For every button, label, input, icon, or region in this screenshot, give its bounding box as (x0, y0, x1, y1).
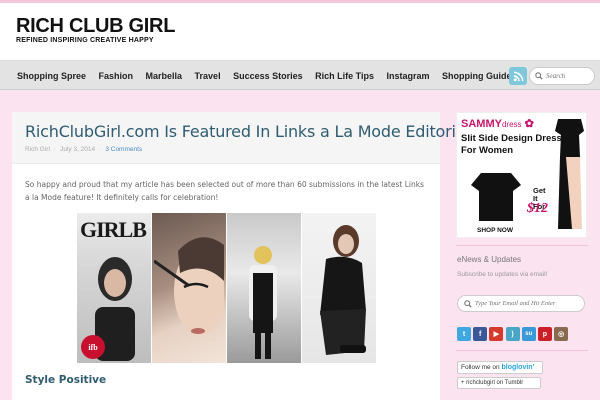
bloglovin-brand: bloglovin' (501, 364, 535, 371)
site-header: RICH CLUB GIRL REFINED INSPIRING CREATIV… (0, 0, 600, 60)
search-icon (535, 72, 543, 80)
sammydress-ad-banner[interactable]: SAMMYdress ✿ Slit Side Design Dress For … (456, 112, 587, 238)
social-icons: t f ▶ ) su p ◎ (457, 327, 570, 341)
nav-item-shopping-spree[interactable]: Shopping Spree (17, 71, 86, 81)
collage-photo-1: GIRLB ifb (77, 213, 151, 363)
top-product-image (471, 173, 521, 221)
search-input[interactable] (546, 72, 592, 80)
post-meta: Rich Girl · July 3, 2014 · 3 Comments (25, 146, 427, 153)
street-style-figure (249, 246, 277, 359)
nav-item-instagram[interactable]: Instagram (386, 71, 429, 81)
search-icon (464, 299, 472, 308)
rss-icon (513, 71, 523, 81)
site-title[interactable]: RICH CLUB GIRL (16, 16, 175, 36)
stumbleupon-icon[interactable]: su (521, 327, 536, 341)
email-input[interactable] (475, 300, 575, 307)
post-author[interactable]: Rich Girl (25, 146, 50, 153)
site-tagline: REFINED INSPIRING CREATIVE HAPPY (16, 37, 154, 44)
ifb-logo: ifb (81, 335, 105, 359)
site-logo[interactable]: RICH CLUB GIRL REFINED INSPIRING CREATIV… (16, 16, 175, 44)
post-article: RichClubGirl.com Is Featured In Links a … (12, 112, 470, 400)
meta-separator: · (53, 146, 57, 153)
bloglovin-follow-button[interactable]: Follow me on bloglovin' (457, 361, 543, 374)
sidebar-divider (456, 350, 588, 351)
nav-item-rich-life-tips[interactable]: Rich Life Tips (315, 71, 374, 81)
youtube-icon[interactable]: ▶ (489, 327, 504, 341)
nav-item-shopping-guide[interactable]: Shopping Guide (442, 71, 512, 81)
instagram-icon[interactable]: ◎ (554, 327, 569, 341)
ad-price: $12 (527, 201, 548, 216)
nav-list: Shopping Spree Fashion Marbella Travel S… (17, 61, 524, 91)
nav-item-travel[interactable]: Travel (195, 71, 221, 81)
ad-headline-1: Slit Side Design Dress (461, 133, 562, 144)
featured-collage-image[interactable]: GIRLB ifb (77, 213, 376, 363)
newsletter-subtitle: Subscribe to updates via email! (457, 271, 548, 278)
nav-item-success-stories[interactable]: Success Stories (233, 71, 303, 81)
section-heading: Style Positive (25, 374, 107, 386)
flower-icon: ✿ (524, 118, 534, 130)
ad-brand: SAMMYdress ✿ (461, 117, 534, 130)
ad-brand-name: SAMMY (461, 118, 502, 130)
rss-feed-button[interactable] (509, 67, 527, 85)
tumblr-follow-button[interactable]: + richclubgirl on Tumblr (457, 377, 541, 389)
post-paragraph: So happy and proud that my article has b… (25, 180, 424, 202)
post-comments-link[interactable]: 3 Comments (105, 146, 142, 153)
seated-model-figure (320, 225, 366, 355)
post-header: RichClubGirl.com Is Featured In Links a … (12, 112, 470, 164)
email-subscribe-box (457, 295, 585, 312)
post-body: So happy and proud that my article has b… (12, 164, 440, 204)
nav-item-fashion[interactable]: Fashion (99, 71, 134, 81)
collage-magazine-text: GIRLB (80, 217, 147, 242)
bloglovin-prefix: Follow me on (461, 364, 500, 371)
facebook-icon[interactable]: f (473, 327, 488, 341)
main-navigation: Shopping Spree Fashion Marbella Travel S… (0, 60, 600, 90)
dress-product-image (555, 119, 584, 229)
newsletter-title: eNews & Updates (457, 255, 522, 264)
collage-photo-2 (152, 213, 226, 363)
twitter-icon[interactable]: t (457, 327, 471, 341)
sidebar: SAMMYdress ✿ Slit Side Design Dress For … (456, 112, 592, 389)
ad-headline-2: For Women (461, 145, 514, 156)
collage-photo-4 (302, 213, 376, 363)
post-title[interactable]: RichClubGirl.com Is Featured In Links a … (25, 122, 470, 142)
sidebar-divider (456, 245, 588, 246)
makeup-face-figure (154, 237, 224, 335)
nav-item-marbella[interactable]: Marbella (146, 71, 183, 81)
ad-brand-suffix: dress (501, 120, 522, 129)
post-date: July 3, 2014 (60, 146, 96, 153)
search-box (529, 67, 595, 85)
ad-shop-now-button[interactable]: SHOP NOW (477, 227, 513, 234)
meta-separator: · (99, 146, 102, 153)
collage-photo-3 (227, 213, 301, 363)
pinterest-icon[interactable]: p (537, 327, 552, 341)
rss-icon[interactable]: ) (505, 327, 520, 341)
